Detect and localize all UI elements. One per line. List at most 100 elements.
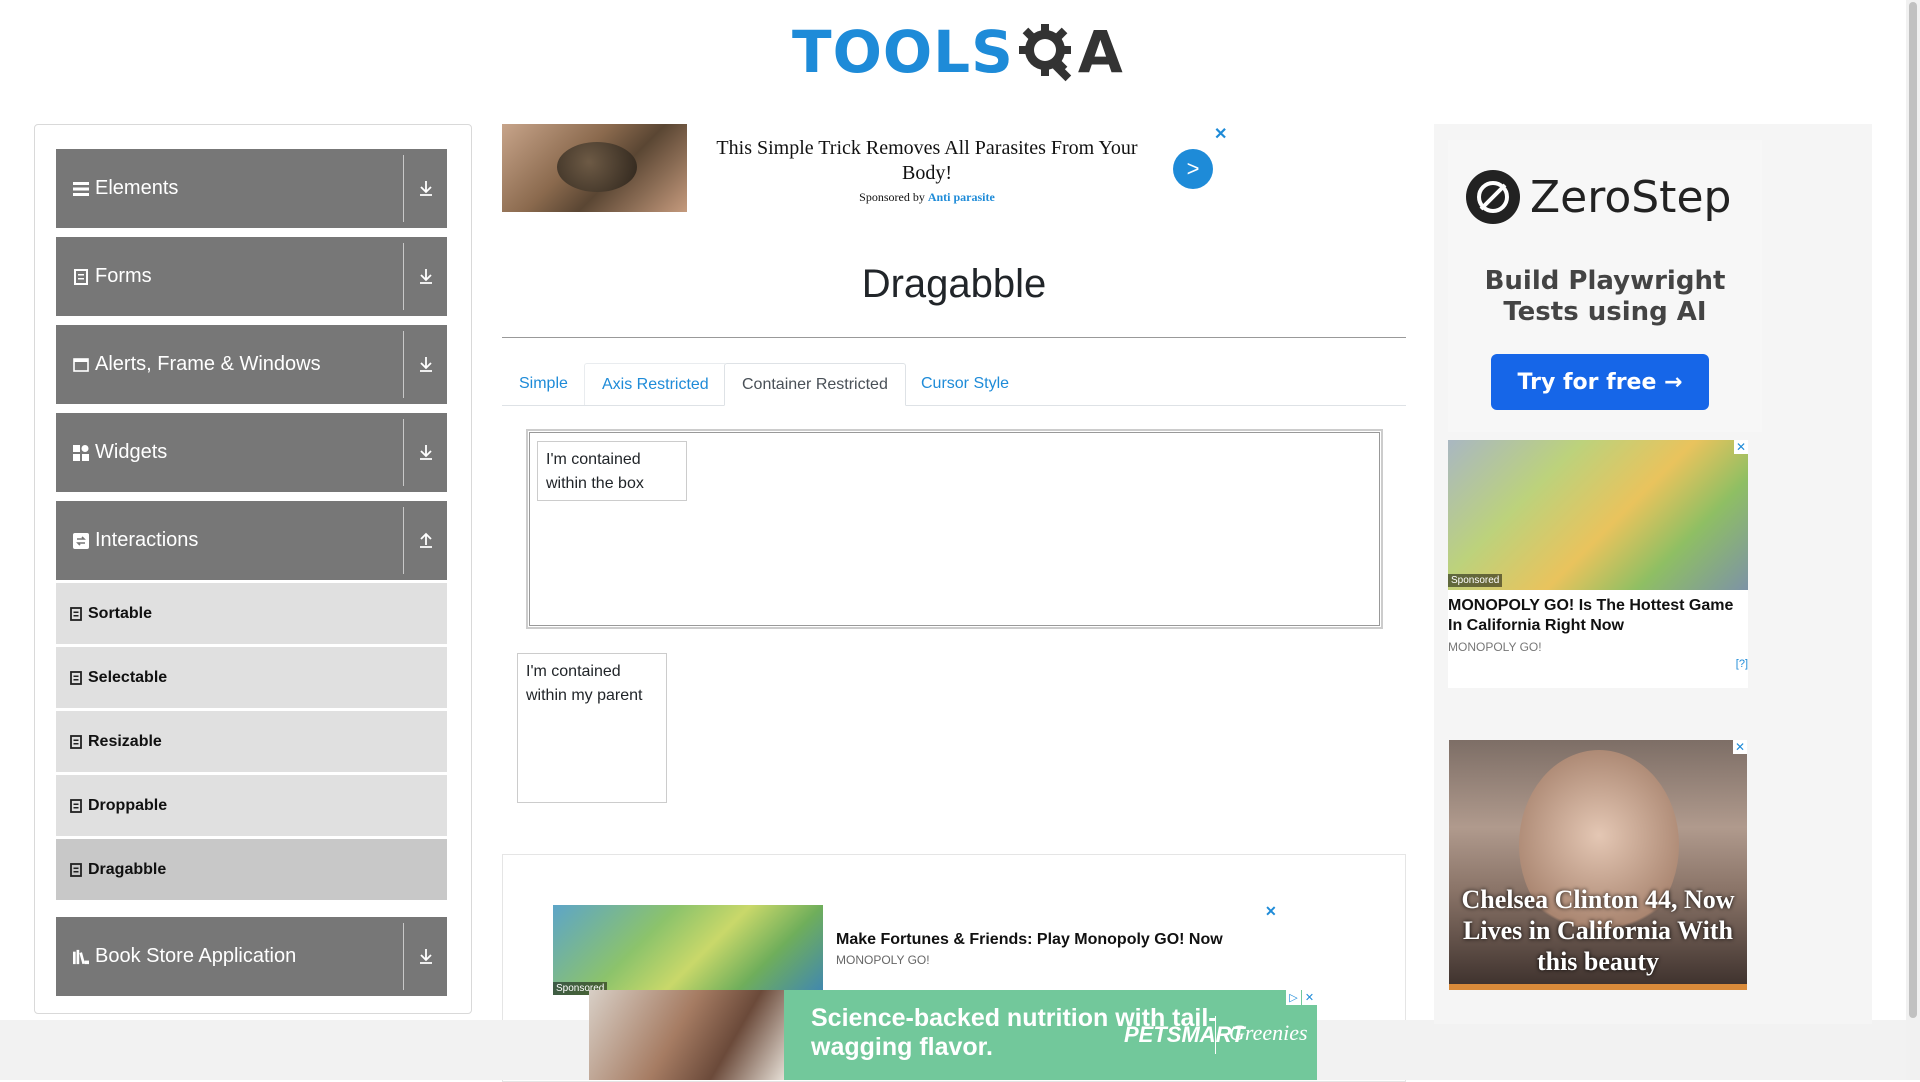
expand-arrow-icon[interactable] — [415, 945, 437, 967]
group-alerts-frame-windows[interactable]: Alerts, Frame & Windows — [56, 325, 447, 404]
ad-headline[interactable]: MONOPOLY GO! Is The Hottest Game In Cali… — [1448, 596, 1748, 636]
ad-go-button[interactable]: > — [1173, 149, 1213, 189]
left-sidebar: Elements Forms Alerts, Frame & Windows W… — [34, 124, 472, 1014]
grid-icon — [73, 444, 89, 461]
sponsored-label: Sponsored — [1448, 574, 1503, 587]
menu-item-label: Dragabble — [88, 860, 167, 878]
draggable-text-in-parent[interactable]: I'm contained within my parent — [526, 663, 643, 704]
ad-sponsor-name[interactable]: Anti parasite — [928, 190, 995, 204]
group-label: Elements — [95, 177, 179, 199]
group-label: Alerts, Frame & Windows — [95, 353, 321, 375]
zerostep-tagline: Build Playwright Tests using AI — [1484, 266, 1726, 327]
title-divider — [502, 337, 1406, 338]
banner-photo — [589, 990, 784, 1080]
menu-item-droppable[interactable]: Droppable — [56, 775, 447, 837]
list-item-icon — [70, 862, 82, 877]
ad-image-subject — [557, 142, 637, 192]
list-item-icon — [70, 670, 82, 685]
ad-image[interactable] — [1448, 440, 1748, 590]
close-icon[interactable]: ✕ — [1733, 740, 1747, 754]
banner-divider — [1215, 1016, 1216, 1054]
page-scrollbar[interactable] — [1906, 0, 1920, 1080]
ad-caption[interactable]: Chelsea Clinton 44, Now Lives in Califor… — [1449, 884, 1747, 977]
gear-magnifier-icon — [1018, 24, 1072, 82]
ad-accent-bar — [1449, 984, 1747, 990]
interactions-icon — [73, 532, 89, 549]
group-elements[interactable]: Elements — [56, 149, 447, 228]
list-item-icon — [70, 734, 82, 749]
group-label: Interactions — [95, 529, 199, 551]
ad-close-icon[interactable]: ✕ — [1265, 903, 1277, 920]
draggable-box-in-container[interactable]: I'm contained within the box — [537, 441, 687, 501]
group-book-store[interactable]: Book Store Application — [56, 917, 447, 996]
books-icon — [73, 949, 89, 965]
tab-container-restricted[interactable]: Container Restricted — [724, 363, 906, 406]
menu-item-resizable[interactable]: Resizable — [56, 711, 447, 773]
divider — [403, 923, 404, 990]
menu-item-selectable[interactable]: Selectable — [56, 647, 447, 709]
containment-wrapper: I'm contained within the box — [526, 429, 1383, 629]
ad-sponsored-prefix: Sponsored by — [859, 190, 925, 204]
divider — [403, 243, 404, 310]
tab-simple[interactable]: Simple — [502, 363, 585, 405]
zerostep-logo: ZeroStep — [1466, 170, 1731, 224]
right-ad-column: ZeroStep Build Playwright Tests using AI… — [1434, 124, 1872, 1024]
group-interactions[interactable]: Interactions — [56, 501, 447, 580]
group-label: Forms — [95, 265, 152, 287]
ad-sponsor-line: Sponsored by Anti parasite — [702, 190, 1152, 205]
menu-item-label: Selectable — [88, 668, 168, 686]
ad-headline[interactable]: Make Fortunes & Friends: Play Monopoly G… — [836, 931, 1223, 949]
ad-thumbnail[interactable]: Sponsored — [553, 905, 823, 995]
ad-source: MONOPOLY GO! — [1448, 640, 1542, 654]
group-label: Book Store Application — [95, 945, 297, 967]
adchoices-icon[interactable]: ▷ — [1286, 990, 1301, 1005]
top-advertisement[interactable]: This Simple Trick Removes All Parasites … — [502, 124, 1230, 214]
zerostep-logo-icon — [1466, 170, 1520, 224]
expand-arrow-icon[interactable] — [415, 265, 437, 287]
ad-close-icon[interactable]: ✕ — [1214, 124, 1227, 144]
group-widgets[interactable]: Widgets — [56, 413, 447, 492]
adchoices-icon[interactable]: [?] — [1736, 658, 1748, 670]
close-icon[interactable]: ✕ — [1302, 990, 1317, 1005]
chelsea-ad[interactable]: ✕ Chelsea Clinton 44, Now Lives in Calif… — [1449, 740, 1747, 990]
zerostep-name: ZeroStep — [1530, 171, 1732, 223]
list-item-icon — [70, 606, 82, 621]
menu-item-label: Droppable — [88, 796, 168, 814]
list-item-icon — [70, 798, 82, 813]
divider — [403, 155, 404, 222]
tab-axis-restricted[interactable]: Axis Restricted — [584, 363, 727, 405]
monopoly-ad[interactable]: Sponsored ✕ MONOPOLY GO! Is The Hottest … — [1448, 440, 1748, 688]
divider — [403, 331, 404, 398]
try-for-free-button[interactable]: Try for free → — [1491, 354, 1709, 410]
ad-headline[interactable]: This Simple Trick Removes All Parasites … — [702, 136, 1152, 186]
bottom-banner-ad[interactable]: Science-backed nutrition with tail-waggi… — [589, 990, 1317, 1080]
ad-source: MONOPOLY GO! — [836, 953, 930, 967]
collapse-arrow-icon[interactable] — [415, 529, 437, 551]
divider — [403, 507, 404, 574]
tab-cursor-style[interactable]: Cursor Style — [904, 363, 1026, 405]
expand-arrow-icon[interactable] — [415, 177, 437, 199]
scrollbar-thumb[interactable] — [1909, 2, 1917, 1018]
menu-item-label: Resizable — [88, 732, 162, 750]
zerostep-ad[interactable]: ZeroStep Build Playwright Tests using AI… — [1448, 140, 1762, 432]
draggable-parent-container: I'm contained within my parent — [517, 653, 667, 803]
document-icon — [73, 268, 89, 285]
menu-item-dragabble[interactable]: Dragabble — [56, 839, 447, 901]
expand-arrow-icon[interactable] — [415, 353, 437, 375]
banner-controls: ▷ ✕ — [1285, 990, 1317, 1005]
divider — [403, 419, 404, 486]
logo-tools-text: TOOLS — [792, 18, 1014, 86]
close-icon[interactable]: ✕ — [1734, 440, 1748, 454]
hamburger-icon — [73, 181, 89, 197]
greenies-logo: Greenies — [1229, 1020, 1308, 1045]
petsmart-logo: PETSMART — [1124, 1022, 1245, 1047]
group-forms[interactable]: Forms — [56, 237, 447, 316]
menu-item-sortable[interactable]: Sortable — [56, 583, 447, 645]
toolsqa-logo[interactable]: TOOLS A — [792, 14, 1123, 90]
group-label: Widgets — [95, 441, 168, 463]
ad-image[interactable] — [502, 124, 687, 212]
tab-bar: Simple Axis Restricted Container Restric… — [502, 363, 1406, 406]
page-title: Dragabble — [861, 262, 1047, 306]
logo-a-text: A — [1077, 18, 1123, 86]
expand-arrow-icon[interactable] — [415, 441, 437, 463]
